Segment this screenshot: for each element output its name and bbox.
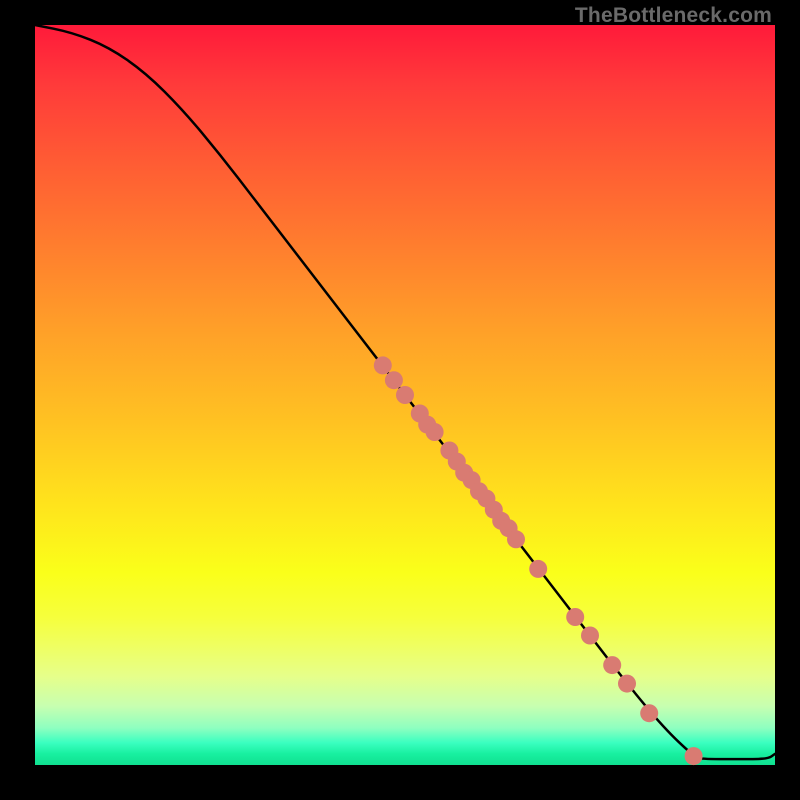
chart-point: [603, 656, 621, 674]
chart-frame: TheBottleneck.com: [0, 0, 800, 800]
chart-point: [529, 560, 547, 578]
chart-svg: [0, 0, 800, 800]
chart-point: [426, 423, 444, 441]
chart-point: [507, 530, 525, 548]
chart-point: [566, 608, 584, 626]
chart-point: [385, 371, 403, 389]
chart-point: [396, 386, 414, 404]
chart-point: [581, 627, 599, 645]
chart-point: [618, 675, 636, 693]
chart-point: [374, 356, 392, 374]
chart-point: [640, 704, 658, 722]
chart-point: [685, 747, 703, 765]
